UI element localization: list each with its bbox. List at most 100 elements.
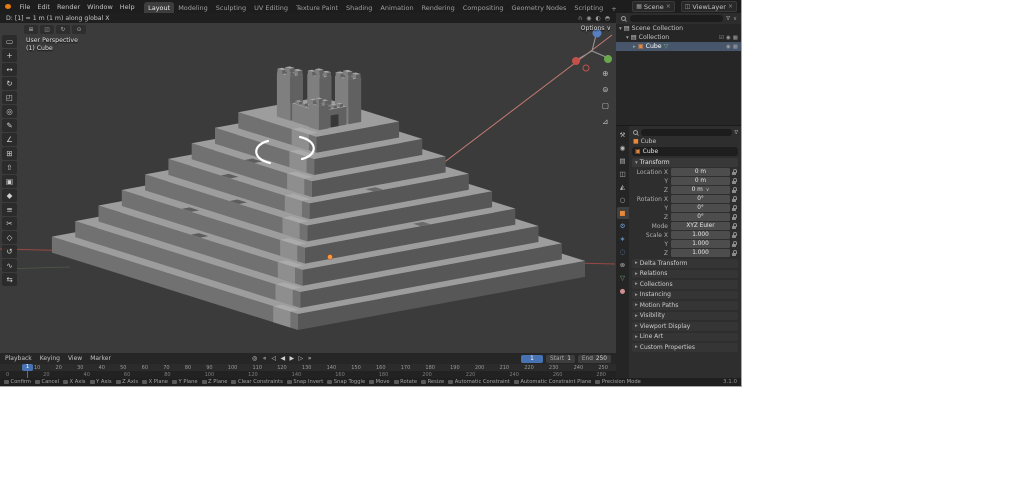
rotate-tool-icon[interactable]: ↻ <box>2 77 17 90</box>
lock-icon[interactable] <box>731 178 738 185</box>
object-name-field[interactable]: ▣ Cube <box>632 147 738 156</box>
blender-logo-icon[interactable] <box>4 3 13 10</box>
scene-selector[interactable]: ▦ Scene × <box>632 1 675 12</box>
properties-search-input[interactable] <box>641 129 733 136</box>
lock-icon[interactable] <box>731 187 738 194</box>
workspace-tab[interactable]: Layout <box>144 2 175 13</box>
value-field[interactable]: 0 m <box>671 168 730 176</box>
transform-tool-icon[interactable]: ◎ <box>2 105 17 118</box>
prev-keyframe-icon[interactable]: ◁ <box>270 355 277 362</box>
perspective-toggle-icon[interactable]: ⊿ <box>602 117 609 126</box>
viewlayer-selector[interactable]: ◫ ViewLayer × <box>680 1 737 12</box>
options-dropdown[interactable]: Options ∨ <box>581 25 611 32</box>
add-cube-tool-icon[interactable]: ⊞ <box>2 147 17 160</box>
properties-section[interactable]: ▸ Motion Paths <box>632 301 738 310</box>
particles-tab-icon[interactable]: ∗ <box>617 233 629 245</box>
timeline-menu[interactable]: Keying <box>40 355 60 362</box>
render-camera-icon[interactable]: ▦ <box>733 44 738 50</box>
object-tab-icon[interactable]: ■ <box>616 207 629 219</box>
output-tab-icon[interactable]: ▤ <box>617 155 629 167</box>
unlink-scene-icon[interactable]: × <box>666 3 671 10</box>
workspace-tab[interactable]: Rendering <box>418 2 459 13</box>
bevel-tool-icon[interactable]: ◆ <box>2 189 17 202</box>
topbar-menu[interactable]: Help <box>116 3 138 11</box>
view-layer-tab-icon[interactable]: ◫ <box>617 168 629 180</box>
lock-icon[interactable] <box>731 205 738 212</box>
extrude-tool-icon[interactable]: ⇧ <box>2 161 17 174</box>
value-field[interactable]: 1.000 <box>671 249 730 257</box>
workspace-tab[interactable]: Sculpting <box>212 2 250 13</box>
jump-to-start-icon[interactable]: « <box>261 355 268 362</box>
loop-cut-tool-icon[interactable]: ≡ <box>2 203 17 216</box>
workspace-tab[interactable]: Geometry Nodes <box>508 2 571 13</box>
poly-build-tool-icon[interactable]: ◇ <box>2 231 17 244</box>
properties-section[interactable]: ▸ Custom Properties <box>632 343 738 352</box>
timeline-menu[interactable]: Playback <box>5 355 32 362</box>
lock-icon[interactable] <box>731 196 738 203</box>
topbar-menu[interactable]: Render <box>53 3 83 11</box>
zoom-icon[interactable]: ⊕ <box>602 69 609 78</box>
filter-icon[interactable]: ∇ <box>734 130 738 136</box>
filter-icon[interactable]: ∇ <box>726 16 730 22</box>
expand-icon[interactable]: ▸ <box>633 44 636 50</box>
render-tab-icon[interactable]: ◉ <box>617 142 629 154</box>
expand-icon[interactable]: ▾ <box>626 35 629 41</box>
move-tool-icon[interactable]: ↔ <box>2 63 17 76</box>
pivot-icon[interactable]: ⊙ <box>72 25 86 34</box>
properties-section[interactable]: ▸ Delta Transform <box>632 259 738 268</box>
spin-tool-icon[interactable]: ↺ <box>2 245 17 258</box>
constraints-tab-icon[interactable]: ⊗ <box>617 259 629 271</box>
topbar-menu[interactable]: File <box>16 3 34 11</box>
lock-icon[interactable] <box>731 241 738 248</box>
current-frame-field[interactable]: 1 <box>521 354 544 363</box>
workspace-tab[interactable]: Animation <box>376 2 417 13</box>
annotate-tool-icon[interactable]: ✎ <box>2 119 17 132</box>
hide-eye-icon[interactable]: ◉ <box>726 35 731 41</box>
value-field[interactable]: 0° <box>671 195 730 203</box>
camera-view-icon[interactable]: ▢ <box>602 101 609 110</box>
lock-icon[interactable] <box>731 214 738 221</box>
proportional-edit-icon[interactable]: ◉ <box>586 15 591 22</box>
outliner-row-scene-collection[interactable]: ▾ ▤ Scene Collection <box>616 24 741 33</box>
value-field[interactable]: XYZ Euler <box>671 222 730 230</box>
workspace-tab[interactable]: Modeling <box>174 2 212 13</box>
overlays-icon[interactable]: ◐ <box>596 15 601 22</box>
value-field[interactable]: 1.000 <box>671 231 730 239</box>
next-keyframe-icon[interactable]: ▷ <box>297 355 304 362</box>
workspace-tab[interactable]: UV Editing <box>250 2 292 13</box>
value-field[interactable]: 0° <box>671 213 730 221</box>
properties-section[interactable]: ▸ Instancing <box>632 290 738 299</box>
frame-start-field[interactable]: Start 1 <box>546 354 575 363</box>
playhead[interactable]: 1 <box>22 364 33 378</box>
cursor-tool-icon[interactable]: + <box>2 49 17 62</box>
shading-mode-icon[interactable]: ◓ <box>605 15 610 22</box>
scene-tab-icon[interactable]: ◭ <box>617 181 629 193</box>
properties-section[interactable]: ▸ Visibility <box>632 311 738 320</box>
value-field[interactable]: 0 m <box>671 177 730 185</box>
viewport-3d-scene[interactable] <box>0 23 616 353</box>
timeline-menu[interactable]: View <box>68 355 82 362</box>
render-camera-icon[interactable]: ▦ <box>733 35 738 41</box>
workspace-tab[interactable]: Shading <box>342 2 376 13</box>
modifiers-tab-icon[interactable]: ⚙ <box>617 220 629 232</box>
lock-icon[interactable] <box>731 169 738 176</box>
material-tab-icon[interactable]: ● <box>617 285 629 297</box>
chevron-down-icon[interactable]: ∨ <box>733 16 737 22</box>
outliner-row-cube[interactable]: ▸ ▣ Cube ▽ ◉ ▦ <box>616 42 741 51</box>
workspace-tab[interactable]: Texture Paint <box>292 2 342 13</box>
topbar-menu[interactable]: Edit <box>34 3 54 11</box>
editor-type-icon[interactable]: ⊞ <box>24 25 38 34</box>
world-tab-icon[interactable]: ○ <box>617 194 629 206</box>
object-data-tab-icon[interactable]: ▽ <box>617 272 629 284</box>
topbar-menu[interactable]: Window <box>84 3 117 11</box>
checkbox-icon[interactable]: ☑ <box>719 35 724 41</box>
pan-hand-icon[interactable]: ⊜ <box>602 85 609 94</box>
timeline-ruler[interactable]: 10 20 30 40 50 60 70 80 90 100 110 120 130 140 150 160 1… <box>0 364 616 371</box>
lock-icon[interactable] <box>731 223 738 230</box>
snap-magnet-icon[interactable]: ∩ <box>578 15 582 22</box>
physics-tab-icon[interactable]: ◌ <box>617 246 629 258</box>
lock-icon[interactable] <box>731 232 738 239</box>
smooth-tool-icon[interactable]: ∿ <box>2 259 17 272</box>
frame-end-field[interactable]: End 250 <box>577 354 611 363</box>
properties-section[interactable]: ▸ Relations <box>632 269 738 278</box>
